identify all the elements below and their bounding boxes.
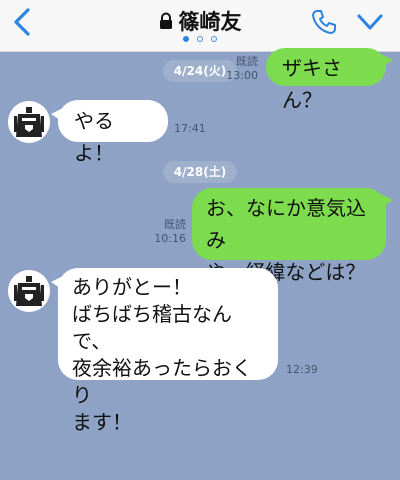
page-indicator [0, 36, 400, 42]
message-time: 13:00 [226, 69, 258, 83]
chat-area[interactable]: 4/24(火) 既読 13:00 ザキさん？ やるよ！ 17:41 4/28(土… [0, 48, 400, 480]
title-area: 篠崎友 [0, 6, 400, 36]
robot-avatar-icon [8, 270, 50, 312]
message-time: 17:41 [174, 122, 206, 135]
received-message-bubble[interactable]: ありがとー！ ばちばち稽古なんで、 夜余裕あったらおくり ます！ [51, 268, 278, 434]
page-dot [211, 36, 217, 42]
message-line: 夜余裕あったらおくり [72, 356, 252, 407]
avatar[interactable] [8, 270, 50, 312]
message-line: ます！ [72, 410, 132, 434]
contact-name: 篠崎友 [178, 10, 242, 34]
message-text: やるよ！ [74, 109, 114, 165]
message-time: 12:39 [286, 363, 318, 376]
message-time: 10:16 [154, 232, 186, 246]
message-line: ばちばち稽古なんで、 [72, 302, 232, 353]
phone-icon[interactable] [310, 8, 338, 36]
chat-header: 篠崎友 [0, 0, 400, 52]
sent-message-bubble[interactable]: お、なにか意気込み や、経緯などは？ [192, 188, 393, 284]
message-line: ありがとー！ [72, 275, 192, 299]
read-receipt: 既読 [164, 218, 186, 231]
sent-message-bubble[interactable]: ザキさん？ [266, 48, 393, 112]
page-dot [197, 36, 203, 42]
received-message-bubble[interactable]: やるよ！ [51, 100, 168, 165]
message-text: ザキさん？ [282, 56, 342, 112]
contact-title[interactable]: 篠崎友 [159, 6, 242, 36]
message-line: お、なにか意気込み [206, 196, 366, 252]
lock-icon [159, 12, 172, 29]
chevron-down-icon[interactable] [356, 12, 384, 32]
message-meta: 既読 10:16 [144, 218, 186, 247]
page-dot [183, 36, 189, 42]
date-separator: 4/28(土) [163, 161, 237, 183]
read-receipt: 既読 [236, 55, 258, 68]
avatar[interactable] [8, 101, 50, 143]
robot-avatar-icon [8, 101, 50, 143]
message-meta: 既読 13:00 [216, 55, 258, 84]
